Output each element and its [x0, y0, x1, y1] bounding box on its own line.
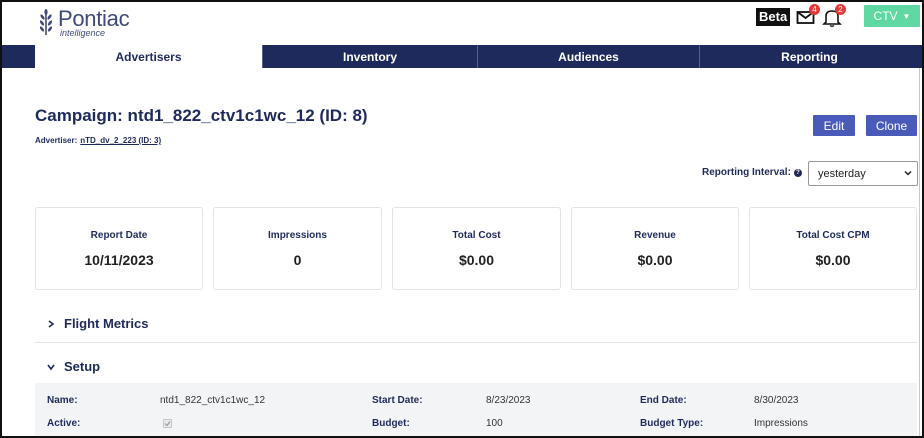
metric-card-revenue: Revenue $0.00 — [571, 207, 739, 290]
metric-label: Total Cost CPM — [796, 230, 870, 241]
edit-button[interactable]: Edit — [813, 115, 855, 136]
advertiser-link[interactable]: nTD_dv_2_223 (ID: 3) — [80, 136, 161, 145]
metric-value: $0.00 — [458, 252, 495, 268]
budget-type-label: Budget Type: — [640, 418, 704, 429]
mail-button[interactable]: 4 — [796, 4, 820, 31]
ctv-dropdown[interactable]: CTV ▼ — [864, 5, 920, 27]
advertiser-line: Advertiser: nTD_dv_2_223 (ID: 3) — [35, 136, 161, 145]
help-icon[interactable]: ? — [793, 169, 802, 177]
reporting-interval-text: Reporting Interval: — [702, 167, 791, 178]
mail-count-badge: 4 — [809, 4, 820, 15]
metric-label: Impressions — [268, 230, 327, 241]
caret-down-icon: ▼ — [902, 11, 911, 21]
mail-icon — [796, 11, 816, 31]
logo[interactable]: Pontiac intelligence — [36, 6, 130, 41]
bell-icon — [822, 10, 842, 31]
section-title: Flight Metrics — [64, 316, 149, 331]
ctv-label: CTV — [873, 9, 898, 23]
main-nav: Advertisers Inventory Audiences Reportin… — [2, 45, 922, 68]
section-divider — [35, 342, 917, 343]
section-flight-metrics[interactable]: Flight Metrics — [47, 316, 149, 331]
start-date-value: 8/23/2023 — [486, 395, 531, 406]
budget-label: Budget: — [372, 418, 410, 429]
tab-reporting[interactable]: Reporting — [699, 45, 919, 68]
budget-type-value: Impressions — [754, 418, 808, 429]
metric-value: 0 — [293, 252, 302, 268]
check-icon — [164, 421, 171, 427]
tab-audiences[interactable]: Audiences — [477, 45, 699, 68]
metric-value: $0.00 — [637, 252, 673, 268]
metric-value: 10/11/2023 — [84, 252, 154, 268]
section-setup[interactable]: Setup — [47, 359, 100, 374]
chevron-down-icon — [47, 364, 55, 370]
chevron-down-icon — [903, 168, 913, 178]
chevron-right-icon — [48, 319, 55, 328]
active-label: Active: — [47, 418, 81, 429]
metric-card-impressions: Impressions 0 — [213, 207, 382, 290]
metric-card-total-cost-cpm: Total Cost CPM $0.00 — [749, 207, 917, 290]
clone-button[interactable]: Clone — [866, 115, 917, 136]
logo-name: Pontiac — [58, 6, 130, 31]
active-checkbox[interactable] — [163, 419, 172, 428]
metric-card-total-cost: Total Cost $0.00 — [392, 207, 561, 290]
metric-value: $0.00 — [815, 252, 851, 268]
budget-value: 100 — [486, 418, 503, 429]
metric-card-report-date: Report Date 10/11/2023 — [35, 207, 203, 290]
tab-inventory[interactable]: Inventory — [262, 45, 477, 68]
beta-badge[interactable]: Beta — [756, 8, 791, 26]
metric-label: Report Date — [90, 230, 148, 241]
name-value: ntd1_822_ctv1c1wc_12 — [160, 395, 266, 406]
section-title: Setup — [64, 359, 101, 374]
setup-panel — [35, 383, 917, 436]
reporting-interval-value: yesterday — [818, 167, 866, 180]
start-date-label: Start Date: — [372, 395, 423, 406]
tab-advertisers[interactable]: Advertisers — [35, 45, 262, 68]
advertiser-label: Advertiser: — [35, 136, 78, 145]
content-right-border — [919, 68, 920, 436]
name-label: Name: — [47, 395, 78, 406]
page-title: Campaign: ntd1_822_ctv1c1wc_12 (ID: 8) — [35, 106, 368, 125]
metric-label: Revenue — [634, 230, 676, 241]
end-date-label: End Date: — [640, 395, 687, 406]
notification-count-badge: 2 — [835, 4, 846, 15]
end-date-value: 8/30/2023 — [754, 395, 799, 406]
metric-label: Total Cost — [452, 230, 501, 241]
notifications-button[interactable]: 2 — [822, 4, 846, 31]
wheat-logo-icon — [36, 8, 56, 41]
app-window: Pontiac intelligence Beta 4 2 CTV ▼ Adve… — [0, 0, 924, 438]
top-header: Pontiac intelligence Beta 4 2 CTV ▼ — [2, 2, 922, 44]
reporting-interval-label: Reporting Interval:? — [702, 167, 802, 178]
reporting-interval-select[interactable]: yesterday — [808, 161, 918, 186]
